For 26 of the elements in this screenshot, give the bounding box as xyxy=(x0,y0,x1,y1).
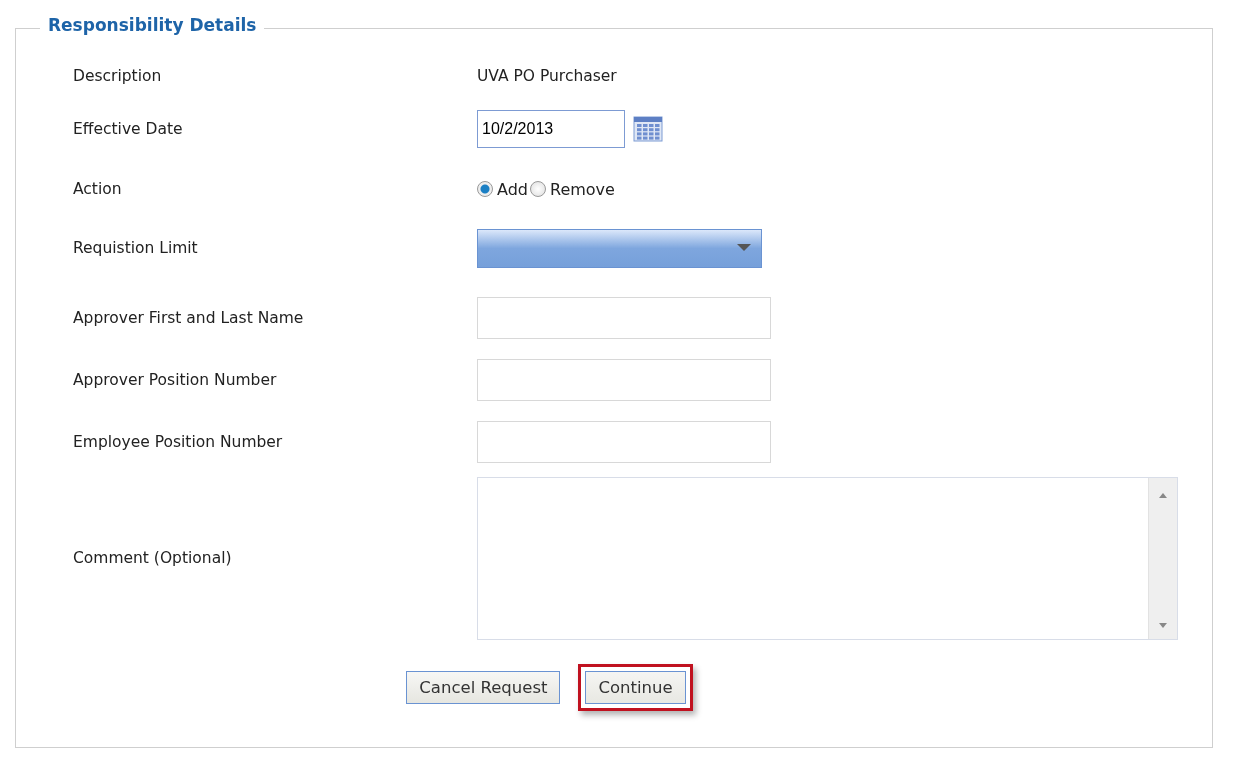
field-label: Approver Position Number xyxy=(73,370,278,389)
field-label: Approver First and Last Name xyxy=(73,308,305,327)
form-button[interactable]: Cancel Request xyxy=(406,671,561,704)
calendar-icon[interactable] xyxy=(633,116,663,142)
input-field[interactable] xyxy=(477,296,771,339)
field-label: Description xyxy=(73,67,163,85)
caret-icon xyxy=(737,244,751,252)
radio-label[interactable]: Add xyxy=(497,179,528,199)
field-label: Employee Position Number xyxy=(73,432,284,451)
form-button[interactable]: Continue xyxy=(578,664,693,711)
date-field[interactable]: 10/2/2013 xyxy=(477,110,625,148)
dropdown[interactable] xyxy=(477,228,762,268)
field-label: Effective Date xyxy=(73,120,184,138)
radio-label[interactable]: Remove xyxy=(550,179,615,199)
input-field[interactable] xyxy=(477,420,771,463)
section-title: Responsibility Details xyxy=(40,15,265,35)
field-label: Action xyxy=(73,180,123,198)
input-field[interactable] xyxy=(477,358,771,401)
scrollbar[interactable] xyxy=(1148,477,1177,639)
field-value: UVA PO Purchaser xyxy=(477,67,617,85)
scroll-down-icon[interactable] xyxy=(1158,622,1168,629)
field-label: Comment (Optional) xyxy=(73,549,233,567)
radio-button[interactable] xyxy=(530,181,546,197)
radio-button[interactable] xyxy=(477,181,493,197)
field-label: Requistion Limit xyxy=(73,239,199,257)
scroll-up-icon[interactable] xyxy=(1158,491,1168,498)
